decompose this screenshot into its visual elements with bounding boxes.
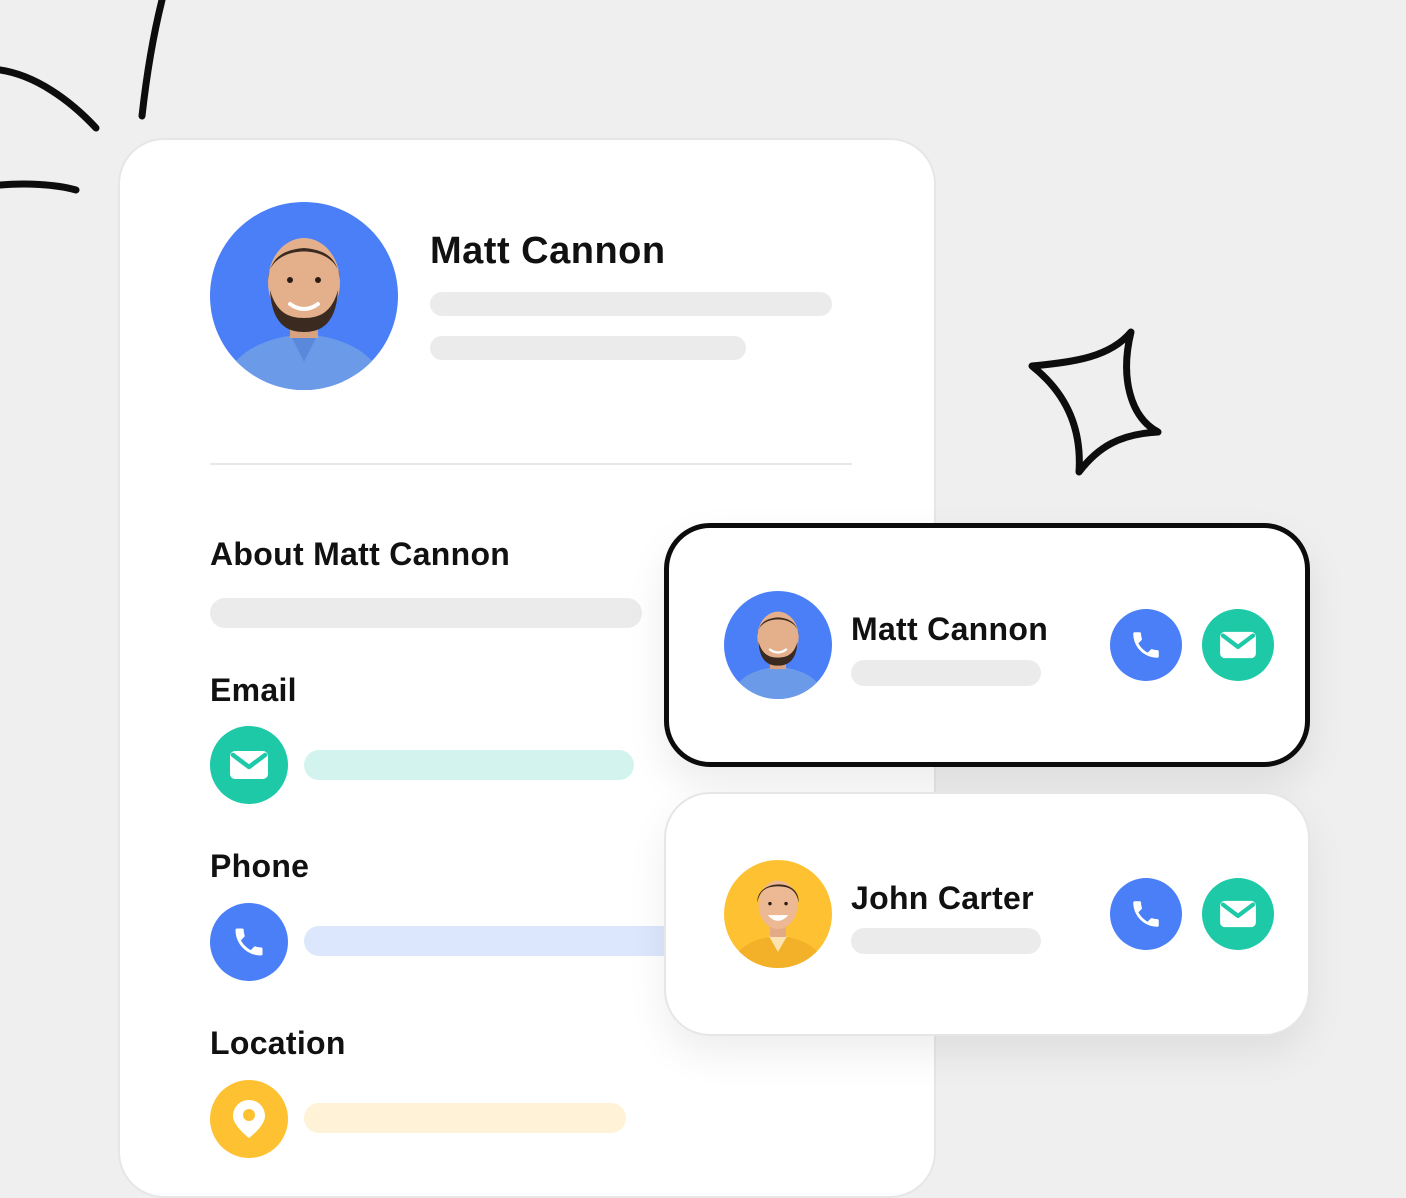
call-button[interactable]	[1110, 609, 1182, 681]
phone-placeholder	[304, 926, 684, 956]
location-placeholder	[304, 1103, 626, 1133]
phone-heading: Phone	[210, 848, 310, 884]
sparkle-icon	[1028, 328, 1162, 476]
phone-icon[interactable]	[210, 903, 288, 981]
divider	[210, 463, 852, 465]
call-button[interactable]	[1110, 878, 1182, 950]
email-button[interactable]	[1202, 878, 1274, 950]
avatar	[724, 860, 832, 968]
avatar	[210, 202, 398, 390]
email-heading: Email	[210, 672, 297, 708]
map-pin-icon[interactable]	[210, 1080, 288, 1158]
mail-icon	[1220, 900, 1256, 928]
phone-icon	[1133, 901, 1159, 927]
profile-name: Matt Cannon	[430, 230, 666, 272]
phone-icon	[1133, 632, 1159, 658]
about-heading: About Matt Cannon	[210, 536, 511, 572]
profile-subtitle-placeholder	[430, 292, 832, 316]
avatar	[724, 591, 832, 699]
contact-subtitle-placeholder	[851, 928, 1041, 954]
contact-name: John Carter	[851, 880, 1034, 916]
location-heading: Location	[210, 1025, 346, 1061]
contact-card-matt-cannon[interactable]: Matt Cannon	[664, 523, 1310, 767]
mail-icon[interactable]	[210, 726, 288, 804]
contact-name: Matt Cannon	[851, 611, 1049, 647]
email-button[interactable]	[1202, 609, 1274, 681]
profile-subtitle-placeholder	[430, 336, 746, 360]
contact-card-john-carter[interactable]: John Carter	[664, 792, 1310, 1036]
contact-subtitle-placeholder	[851, 660, 1041, 686]
mail-icon	[1220, 631, 1256, 659]
email-placeholder	[304, 750, 634, 780]
about-placeholder	[210, 598, 642, 628]
